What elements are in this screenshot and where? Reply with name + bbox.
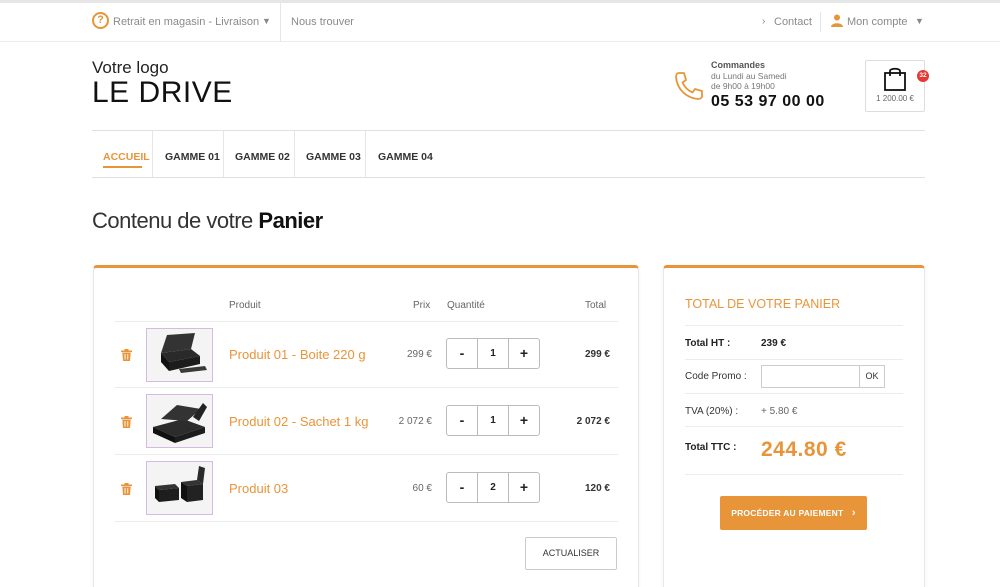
quantity-stepper: - 2 + [446,472,540,503]
page-title-bold: Panier [258,208,323,233]
page-title-prefix: Contenu de votre [92,208,253,233]
logo-title[interactable]: LE DRIVE [92,76,233,110]
promo-code-label: Code Promo : [685,371,747,382]
user-icon [831,14,843,32]
decrement-button[interactable]: - [447,339,477,368]
row-divider [115,387,618,388]
product-thumbnail[interactable] [146,461,213,515]
shopping-bag-icon[interactable] [883,66,907,96]
orders-title: Commandes [711,60,766,70]
pickup-delivery-selector[interactable]: Retrait en magasin - Livraison [113,16,259,28]
cart-amount: 1 200.00 € [876,94,914,103]
product-thumbnail[interactable] [146,328,213,382]
divider [294,131,295,177]
quantity-input[interactable]: 2 [477,473,509,502]
cart-count-badge: 32 [917,70,929,82]
chevron-right-icon: › [762,16,766,27]
total-ht-label: Total HT : [685,338,731,349]
decrement-button[interactable]: - [447,473,477,502]
payment-button-label: PROCÉDER AU PAIEMENT [731,508,844,518]
summary-title: TOTAL DE VOTRE PANIER [685,297,841,311]
proceed-to-payment-button[interactable]: PROCÉDER AU PAIEMENT › [720,496,867,530]
quantity-stepper: - 1 + [446,405,540,436]
trash-icon[interactable] [121,415,132,433]
nav-item-gamme-04[interactable]: GAMME 04 [378,151,433,163]
trash-icon[interactable] [121,348,132,366]
divider [152,131,153,177]
phone-icon [673,70,705,107]
contact-link[interactable]: Contact [774,16,812,28]
logo-tagline: Votre logo [92,58,169,77]
line-total: 2 072 € [576,416,610,427]
row-divider [115,454,618,455]
product-price: 299 € [406,349,432,360]
nav-item-accueil[interactable]: ACCUEIL [103,151,150,163]
decrement-button[interactable]: - [447,406,477,435]
divider [223,131,224,177]
col-header-product: Produit [229,300,261,311]
orders-days: du Lundi au Samedi [711,71,787,81]
row-divider [685,474,903,475]
account-menu[interactable]: Mon compte [847,16,908,28]
product-price: 2 072 € [398,416,432,427]
col-header-quantity: Quantité [447,300,485,311]
tva-label: TVA (20%) : [685,406,739,417]
quantity-input[interactable]: 1 [477,339,509,368]
line-total: 299 € [584,349,610,360]
total-ttc-label: Total TTC : [685,442,737,453]
row-divider [685,359,903,360]
row-divider [115,321,618,322]
orders-hours: de 9h00 à 19h00 [711,81,775,91]
nav-border-top [92,130,925,131]
page-title: Contenu de votre Panier [92,208,323,234]
nav-border-bottom [92,177,925,178]
row-divider [685,325,903,326]
tva-value: + 5.80 € [761,406,798,417]
nav-item-gamme-01[interactable]: GAMME 01 [165,151,220,163]
nav-active-indicator [103,166,142,168]
nav-item-gamme-03[interactable]: GAMME 03 [306,151,361,163]
col-header-price: Prix [413,300,431,311]
find-us-link[interactable]: Nous trouver [291,16,354,28]
quantity-stepper: - 1 + [446,338,540,369]
promo-code-input[interactable] [761,365,860,388]
chevron-right-icon: › [851,507,856,519]
trash-icon[interactable] [121,482,132,500]
row-divider [685,426,903,427]
row-divider [685,393,903,394]
help-icon: ? [92,12,109,29]
promo-apply-button[interactable]: OK [859,365,885,388]
row-divider [115,521,618,522]
product-thumbnail[interactable] [146,394,213,448]
product-name-link[interactable]: Produit 03 [229,481,288,496]
total-ttc-value: 244.80 € [761,438,847,461]
line-total: 120 € [584,483,610,494]
product-name-link[interactable]: Produit 01 - Boite 220 g [229,347,366,362]
total-ht-value: 239 € [761,338,787,349]
product-price: 60 € [412,483,432,494]
increment-button[interactable]: + [509,406,539,435]
product-name-link[interactable]: Produit 02 - Sachet 1 kg [229,414,368,429]
col-header-total: Total [585,300,607,311]
chevron-down-icon[interactable]: ▼ [262,16,271,26]
divider [365,131,366,177]
increment-button[interactable]: + [509,339,539,368]
chevron-down-icon[interactable]: ▼ [915,16,924,26]
divider [820,12,821,32]
phone-number[interactable]: 05 53 97 00 00 [711,93,825,111]
update-cart-button[interactable]: ACTUALISER [525,537,617,570]
increment-button[interactable]: + [509,473,539,502]
divider [280,3,281,42]
nav-item-gamme-02[interactable]: GAMME 02 [235,151,290,163]
quantity-input[interactable]: 1 [477,406,509,435]
